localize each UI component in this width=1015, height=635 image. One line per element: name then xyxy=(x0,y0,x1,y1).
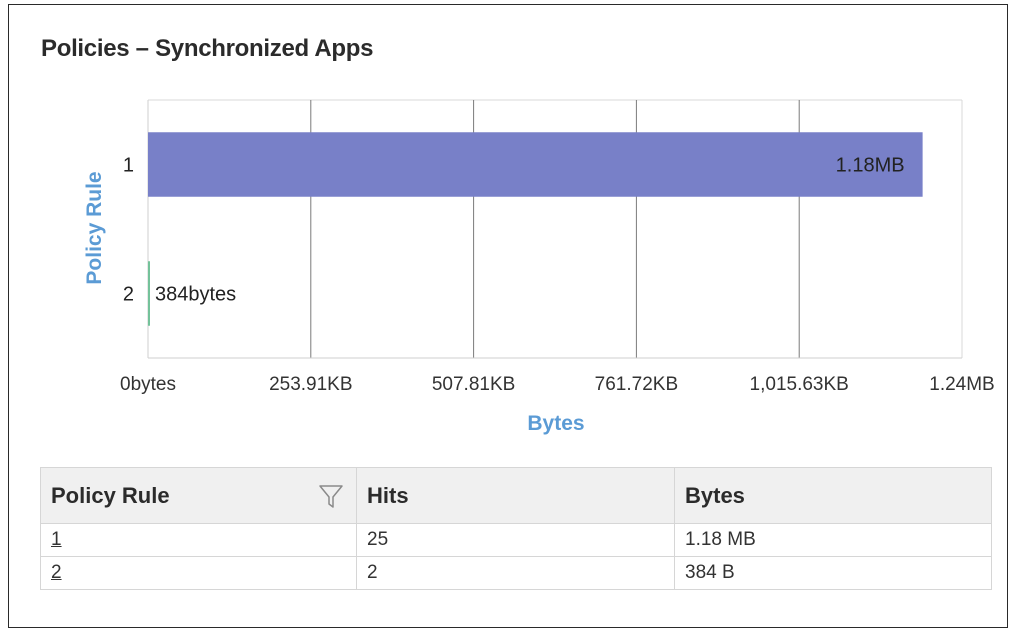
policy-table: Policy Rule Hits Bytes 1 25 1.18 MB 2 2 … xyxy=(40,467,992,590)
y-tick-label: 1 xyxy=(123,155,134,177)
bar-rule-2[interactable] xyxy=(148,261,150,326)
x-tick-label: 1.24MB xyxy=(929,374,994,395)
x-axis-title: Bytes xyxy=(527,412,584,435)
data-label: 1.18MB xyxy=(836,155,905,177)
column-header-label: Policy Rule xyxy=(51,482,170,508)
y-tick-label: 2 xyxy=(123,284,134,306)
x-tick-label: 761.72KB xyxy=(595,374,678,395)
x-tick-label: 507.81KB xyxy=(432,374,515,395)
bar-chart: 1.18MB 384bytes 1 2 0bytes 253.91KB 507.81KB… xyxy=(83,99,995,435)
column-header-hits[interactable]: Hits xyxy=(356,467,675,524)
y-axis-title: Policy Rule xyxy=(83,171,106,284)
policy-rule-link[interactable]: 2 xyxy=(51,562,62,583)
column-header-bytes[interactable]: Bytes xyxy=(674,467,992,524)
column-header-policy-rule[interactable]: Policy Rule xyxy=(40,467,357,524)
hits-cell: 2 xyxy=(356,556,675,590)
x-tick-label: 0bytes xyxy=(120,374,176,395)
table-header-row: Policy Rule Hits Bytes xyxy=(40,467,992,524)
bar-rule-1[interactable] xyxy=(148,132,923,197)
filter-icon[interactable] xyxy=(318,483,344,509)
data-label: 384bytes xyxy=(155,284,236,306)
table-row: 1 25 1.18 MB xyxy=(40,523,992,557)
bytes-cell: 1.18 MB xyxy=(674,523,992,557)
x-tick-label: 253.91KB xyxy=(269,374,352,395)
x-tick-label: 1,015.63KB xyxy=(750,374,849,395)
table-row: 2 2 384 B xyxy=(40,556,992,590)
bytes-cell: 384 B xyxy=(674,556,992,590)
policy-rule-link[interactable]: 1 xyxy=(51,529,62,550)
hits-cell: 25 xyxy=(356,523,675,557)
